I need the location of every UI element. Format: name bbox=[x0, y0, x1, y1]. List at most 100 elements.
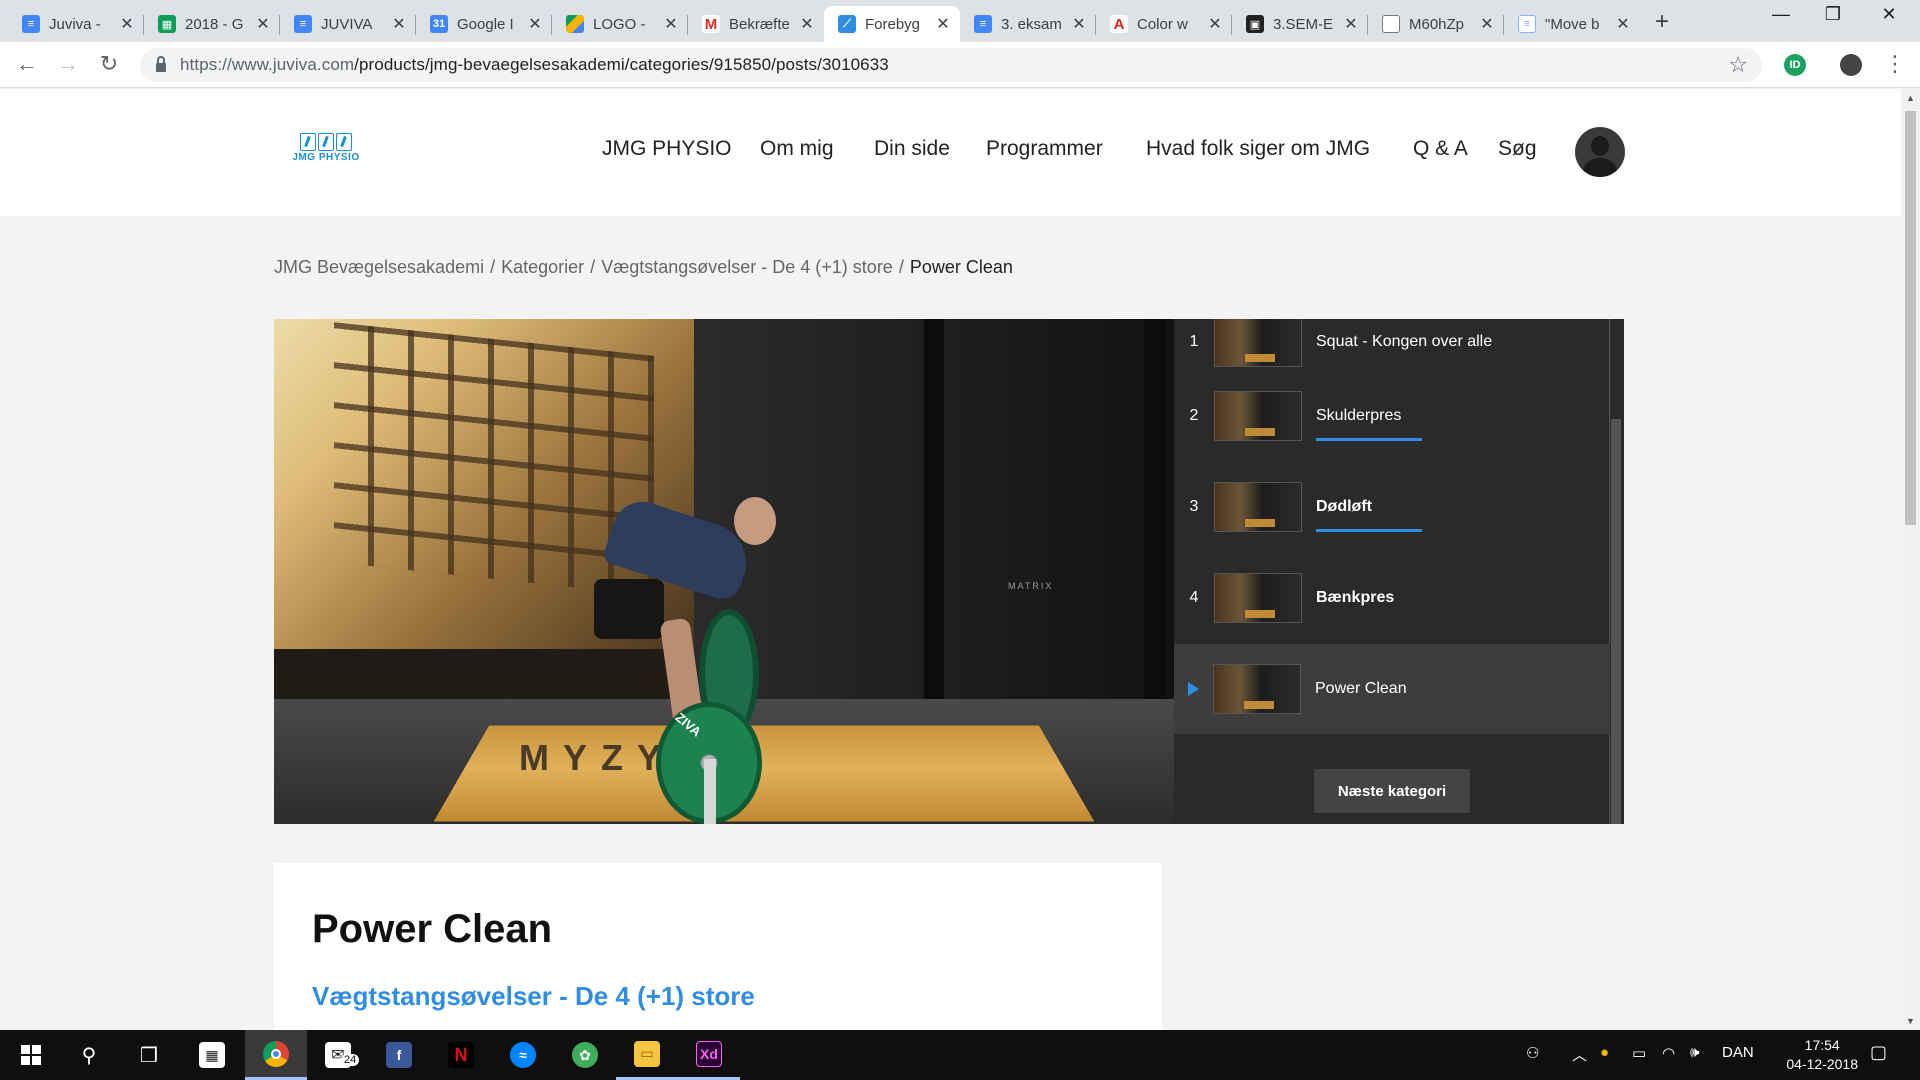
volume-icon[interactable]: 🕪 bbox=[1690, 1044, 1699, 1061]
store-icon[interactable]: ▦ bbox=[181, 1030, 243, 1080]
browser-tab[interactable]: ≡ "Move b ✕ bbox=[1504, 6, 1640, 42]
google-docs-icon: ≡ bbox=[22, 15, 40, 33]
forward-arrow-icon[interactable]: → bbox=[53, 51, 83, 77]
tab-title: Color w bbox=[1137, 15, 1188, 33]
playlist-item-title: Squat - Kongen over alle bbox=[1316, 333, 1493, 350]
people-icon[interactable]: ⚇ bbox=[1526, 1044, 1539, 1062]
mail-icon[interactable]: ✉ 24 bbox=[307, 1030, 369, 1080]
playlist-item-active[interactable]: Power Clean bbox=[1174, 644, 1610, 734]
adobe-icon: A bbox=[1110, 15, 1128, 33]
playlist-item-title: Power Clean bbox=[1315, 680, 1407, 697]
jmg-physio-logo[interactable]: JMG PHYSIO bbox=[277, 133, 375, 165]
browser-tab[interactable]: ▦ 2018 - G ✕ bbox=[144, 6, 280, 42]
close-icon[interactable]: ✕ bbox=[1478, 14, 1496, 34]
canvas-icon: ▣ bbox=[1246, 15, 1264, 33]
action-center-icon[interactable]: ▢ bbox=[1870, 1042, 1887, 1063]
close-window-icon[interactable]: ✕ bbox=[1866, 4, 1912, 25]
page-scrollbar[interactable]: ▲ ▼ bbox=[1901, 89, 1920, 1030]
browser-tab[interactable]: ≡ 3. eksam ✕ bbox=[960, 6, 1096, 42]
reload-icon[interactable]: ↻ bbox=[94, 51, 124, 77]
task-view-icon[interactable]: ❒ bbox=[118, 1030, 180, 1080]
facebook-icon[interactable]: f bbox=[368, 1030, 430, 1080]
nav-q-and-a[interactable]: Q & A bbox=[1413, 137, 1468, 161]
new-tab-button[interactable]: + bbox=[1655, 8, 1669, 36]
breadcrumb-link[interactable]: JMG Bevægelsesakademi bbox=[274, 257, 484, 277]
scrollbar-thumb[interactable] bbox=[1905, 111, 1916, 525]
playlist-item-title: Bænkpres bbox=[1316, 589, 1395, 606]
browser-tab[interactable]: ▣ 3.SEM-E ✕ bbox=[1232, 6, 1368, 42]
next-category-button[interactable]: Næste kategori bbox=[1314, 769, 1470, 813]
messenger-icon[interactable]: ≈ bbox=[492, 1030, 554, 1080]
nav-search[interactable]: Søg bbox=[1498, 137, 1537, 161]
address-bar[interactable]: https://www.juviva.com/products/jmg-beva… bbox=[140, 48, 1762, 82]
close-icon[interactable]: ✕ bbox=[526, 14, 544, 34]
wifi-icon[interactable]: ◠ bbox=[1662, 1044, 1675, 1062]
google-docs-icon: ≡ bbox=[294, 15, 312, 33]
post-category-link[interactable]: Vægtstangsøvelser - De 4 (+1) store bbox=[312, 981, 755, 1012]
browser-tab[interactable]: ≡ JUVIVA ✕ bbox=[280, 6, 416, 42]
close-icon[interactable]: ✕ bbox=[390, 14, 408, 34]
playlist-thumbnail bbox=[1214, 482, 1302, 532]
playlist-item[interactable]: 3 Dødløft bbox=[1174, 462, 1610, 552]
tray-app-icon[interactable]: ● bbox=[1600, 1044, 1609, 1061]
nav-om-mig[interactable]: Om mig bbox=[760, 137, 834, 161]
browser-tab[interactable]: 31 Google I ✕ bbox=[416, 6, 552, 42]
breadcrumb-current: Power Clean bbox=[909, 257, 1013, 277]
playlist-scrollbar[interactable] bbox=[1611, 419, 1621, 824]
clock-date: 04-12-2018 bbox=[1786, 1056, 1858, 1072]
playlist-thumbnail bbox=[1214, 319, 1302, 367]
browser-tab-active[interactable]: ⟋ Forebyg ✕ bbox=[824, 6, 960, 42]
playlist-item-number: 2 bbox=[1189, 407, 1199, 424]
clock-time: 17:54 bbox=[1804, 1037, 1840, 1053]
watched-progress-bar bbox=[1316, 438, 1422, 441]
playlist-item[interactable]: 2 Skulderpres bbox=[1174, 371, 1610, 461]
browser-tab[interactable]: M Bekræfte ✕ bbox=[688, 6, 824, 42]
breadcrumb-link[interactable]: Kategorier bbox=[501, 257, 584, 277]
close-icon[interactable]: ✕ bbox=[1206, 14, 1224, 34]
nav-jmg-physio[interactable]: JMG PHYSIO bbox=[602, 137, 732, 161]
tab-title: 3.SEM-E bbox=[1273, 15, 1334, 33]
bookmark-star-icon[interactable]: ☆ bbox=[1728, 52, 1748, 78]
system-clock[interactable]: 17:54 04-12-2018 bbox=[1786, 1036, 1858, 1074]
search-icon[interactable]: ⚲ bbox=[58, 1030, 120, 1080]
google-drive-icon bbox=[566, 15, 584, 33]
scroll-up-icon[interactable]: ▲ bbox=[1906, 93, 1915, 103]
file-explorer-icon[interactable]: ▭ bbox=[616, 1030, 678, 1080]
nav-programmer[interactable]: Programmer bbox=[986, 137, 1103, 161]
extension-icon[interactable]: ID bbox=[1784, 54, 1806, 76]
close-icon[interactable]: ✕ bbox=[254, 14, 272, 34]
browser-tab[interactable]: LOGO - ✕ bbox=[552, 6, 688, 42]
close-icon[interactable]: ✕ bbox=[1342, 14, 1360, 34]
nav-din-side[interactable]: Din side bbox=[874, 137, 950, 161]
nav-testimonials[interactable]: Hvad folk siger om JMG bbox=[1146, 137, 1370, 161]
close-icon[interactable]: ✕ bbox=[662, 14, 680, 34]
back-arrow-icon[interactable]: ← bbox=[12, 51, 42, 77]
playlist-item[interactable]: 4 Bænkpres bbox=[1174, 553, 1610, 643]
language-indicator[interactable]: DAN bbox=[1722, 1044, 1754, 1061]
adobe-xd-icon[interactable]: Xd bbox=[678, 1030, 740, 1080]
breadcrumb-link[interactable]: Vægtstangsøvelser - De 4 (+1) store bbox=[601, 257, 893, 277]
scroll-down-icon[interactable]: ▼ bbox=[1906, 1016, 1915, 1026]
juviva-icon: ⟋ bbox=[838, 15, 856, 33]
show-hidden-icons-icon[interactable]: ︿ bbox=[1572, 1044, 1587, 1065]
browser-tab[interactable]: A Color w ✕ bbox=[1096, 6, 1232, 42]
doc-icon: ≡ bbox=[1518, 15, 1536, 33]
battery-icon[interactable]: ▭ bbox=[1632, 1044, 1646, 1062]
restore-icon[interactable]: ❐ bbox=[1810, 4, 1856, 25]
browser-tab[interactable]: ≡ Juviva - ✕ bbox=[8, 6, 144, 42]
close-icon[interactable]: ✕ bbox=[118, 14, 136, 34]
netflix-icon[interactable]: N bbox=[430, 1030, 492, 1080]
profile-avatar-icon[interactable] bbox=[1840, 54, 1862, 76]
minimize-icon[interactable]: — bbox=[1758, 4, 1804, 25]
close-icon[interactable]: ✕ bbox=[1070, 14, 1088, 34]
app-icon[interactable]: ✿ bbox=[554, 1030, 616, 1080]
browser-tab[interactable]: M60hZp ✕ bbox=[1368, 6, 1504, 42]
video-player[interactable]: MATRIX MYZYM ZIVA bbox=[274, 319, 1174, 824]
chrome-icon[interactable] bbox=[245, 1030, 307, 1080]
windows-start-icon[interactable] bbox=[0, 1030, 62, 1080]
menu-dots-icon[interactable]: ⋮ bbox=[1880, 51, 1910, 77]
close-icon[interactable]: ✕ bbox=[798, 14, 816, 34]
close-icon[interactable]: ✕ bbox=[934, 14, 952, 34]
close-icon[interactable]: ✕ bbox=[1614, 14, 1632, 34]
user-avatar[interactable] bbox=[1575, 127, 1625, 177]
